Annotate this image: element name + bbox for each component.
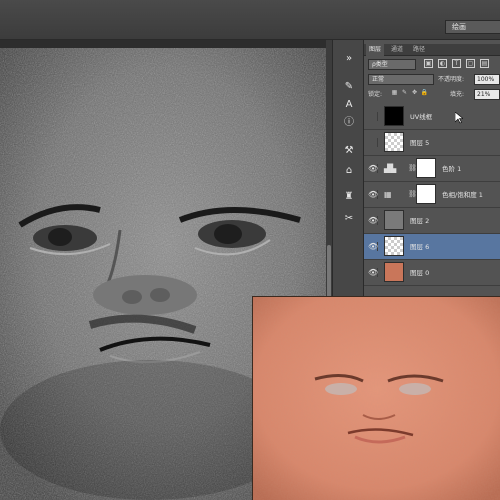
- collapse-arrows-icon[interactable]: »: [342, 52, 356, 66]
- fill-input[interactable]: 21%: [474, 89, 500, 100]
- panel-tabs: 图层 通道 路径: [364, 44, 500, 56]
- levels-adjustment-icon: ▟▙: [384, 164, 397, 173]
- layer-name: 色相/饱和度 1: [442, 191, 483, 199]
- hue-saturation-adjustment-icon: ▦: [384, 190, 392, 199]
- visibility-toggle[interactable]: [368, 112, 378, 121]
- adjustment-filter-icon[interactable]: ◐: [438, 59, 447, 68]
- texture-preview: [252, 296, 500, 500]
- shape-filter-icon[interactable]: ▢: [466, 59, 475, 68]
- layer-thumbnail: [384, 262, 404, 282]
- tab-paths[interactable]: 路径: [410, 44, 428, 56]
- character-icon[interactable]: A: [342, 98, 356, 112]
- layer-row-selected[interactable]: 👁 图层 6: [364, 234, 500, 260]
- layer-name: 图层 5: [410, 139, 430, 147]
- tool-preset-icon[interactable]: ⌂: [342, 164, 356, 178]
- layer-name: 图层 2: [410, 217, 430, 225]
- layer-row[interactable]: 图层 5: [364, 130, 500, 156]
- layer-thumbnail: [384, 210, 404, 230]
- layer-mask-thumbnail[interactable]: [416, 158, 436, 178]
- clone-source-icon[interactable]: ⚒: [342, 144, 356, 158]
- visibility-toggle[interactable]: 👁: [368, 268, 378, 277]
- tab-layers[interactable]: 图层: [366, 44, 385, 56]
- blend-row: 正常 不透明度: 100%: [366, 73, 500, 87]
- pixel-filter-icon[interactable]: ▣: [424, 59, 433, 68]
- layer-name: 图层 6: [410, 243, 430, 251]
- visibility-toggle[interactable]: [368, 138, 378, 147]
- opacity-label: 不透明度:: [438, 76, 465, 83]
- lock-transparency-icon[interactable]: ▦: [390, 89, 399, 98]
- layer-mask-thumbnail[interactable]: [416, 184, 436, 204]
- skin-texture-image: [253, 297, 500, 500]
- type-filter-icon[interactable]: T: [452, 59, 461, 68]
- lock-row: 锁定: ▦ ✎ ✥ 🔒 填充: 21%: [366, 88, 500, 102]
- stamp-icon[interactable]: ♜: [342, 190, 356, 204]
- layer-row[interactable]: 👁 ▟▙ ⛓ 色阶 1: [364, 156, 500, 182]
- tab-channels[interactable]: 通道: [388, 44, 406, 56]
- layer-name: 色阶 1: [442, 165, 462, 173]
- info-icon[interactable]: ⓘ: [342, 116, 356, 130]
- brush-preset-icon[interactable]: ✎: [342, 80, 356, 94]
- options-bar: 绘画: [0, 0, 500, 40]
- blend-mode-select[interactable]: 正常: [368, 74, 434, 85]
- layer-row[interactable]: 👁 图层 2: [364, 208, 500, 234]
- lock-position-icon[interactable]: ✥: [410, 89, 419, 98]
- smart-object-filter-icon[interactable]: ▤: [480, 59, 489, 68]
- lock-all-icon[interactable]: 🔒: [420, 89, 429, 98]
- layer-row[interactable]: UV线框: [364, 104, 500, 130]
- mouse-cursor-icon: [455, 112, 463, 124]
- layer-thumbnail: [384, 132, 404, 152]
- visibility-toggle[interactable]: 👁: [368, 164, 378, 173]
- opacity-input[interactable]: 100%: [474, 74, 500, 85]
- layer-name: UV线框: [410, 113, 433, 121]
- layer-name: 图层 0: [410, 269, 430, 277]
- layer-filter-select[interactable]: ρ类型: [368, 59, 416, 70]
- layer-row[interactable]: 👁 图层 0: [364, 260, 500, 286]
- fill-label: 填充:: [450, 91, 465, 98]
- lock-label: 锁定:: [368, 91, 383, 98]
- workspace-select[interactable]: 绘画: [445, 20, 500, 34]
- visibility-toggle[interactable]: 👁: [368, 190, 378, 199]
- tools-icon[interactable]: ✂: [342, 212, 356, 226]
- layer-row[interactable]: 👁 ▦ ⛓ 色相/饱和度 1: [364, 182, 500, 208]
- layer-thumbnail: [384, 106, 404, 126]
- visibility-toggle[interactable]: 👁: [368, 216, 378, 225]
- layer-thumbnail: [384, 236, 404, 256]
- visibility-toggle[interactable]: 👁: [368, 242, 378, 251]
- layer-filter-row: ρ类型 ▣ ◐ T ▢ ▤: [366, 58, 500, 72]
- lock-pixels-icon[interactable]: ✎: [400, 89, 409, 98]
